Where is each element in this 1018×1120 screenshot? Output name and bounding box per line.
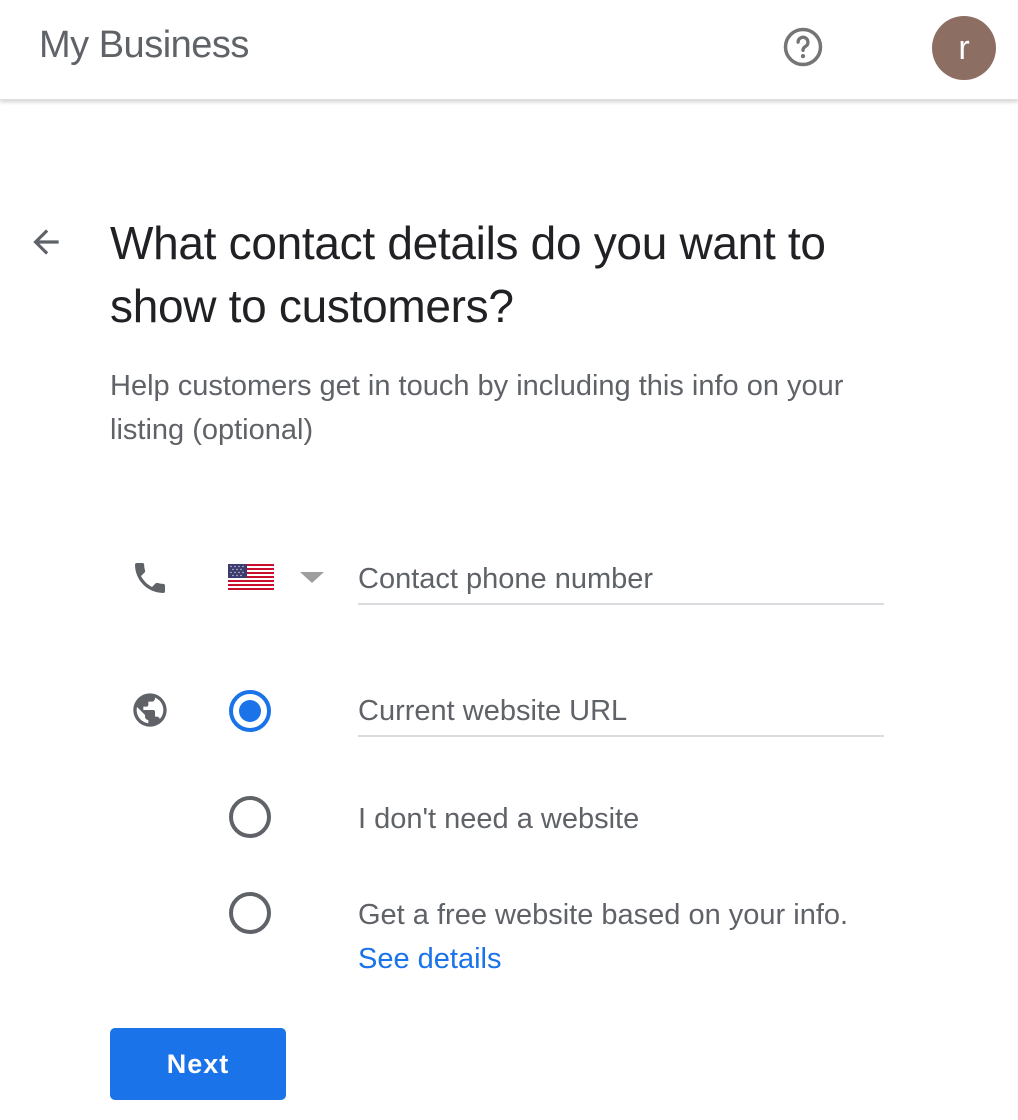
page-title: What contact details do you want to show… xyxy=(110,217,826,332)
next-button[interactable]: Next xyxy=(110,1028,286,1100)
contact-phone-input[interactable] xyxy=(358,555,884,605)
page-subtitle: Help customers get in touch by including… xyxy=(110,370,844,446)
help-circle-icon xyxy=(783,27,823,67)
radio-free-website[interactable] xyxy=(229,892,271,934)
globe-icon xyxy=(133,693,167,727)
free-website-text: Get a free website based on your info. xyxy=(358,899,849,931)
free-website-label[interactable]: Get a free website based on your info. S… xyxy=(358,893,858,981)
account-avatar[interactable]: r xyxy=(932,16,996,80)
app-title: My Business xyxy=(39,24,249,66)
back-button[interactable] xyxy=(26,222,66,262)
phone-icon xyxy=(135,563,165,593)
no-website-label[interactable]: I don't need a website xyxy=(358,797,878,841)
radio-no-website[interactable] xyxy=(229,796,271,838)
see-details-link[interactable]: See details xyxy=(358,943,502,975)
country-code-select[interactable] xyxy=(228,560,328,594)
us-flag-icon xyxy=(228,564,274,590)
top-app-bar: My Business r xyxy=(0,0,1018,100)
help-button[interactable] xyxy=(782,26,824,68)
avatar-initial: r xyxy=(958,28,970,67)
arrow-back-icon xyxy=(33,229,59,255)
globe-icon-wrap xyxy=(130,690,170,730)
radio-current-website[interactable] xyxy=(229,690,271,732)
website-url-input[interactable] xyxy=(358,687,884,737)
phone-icon-wrap xyxy=(130,558,170,598)
caret-down-icon xyxy=(300,571,324,583)
